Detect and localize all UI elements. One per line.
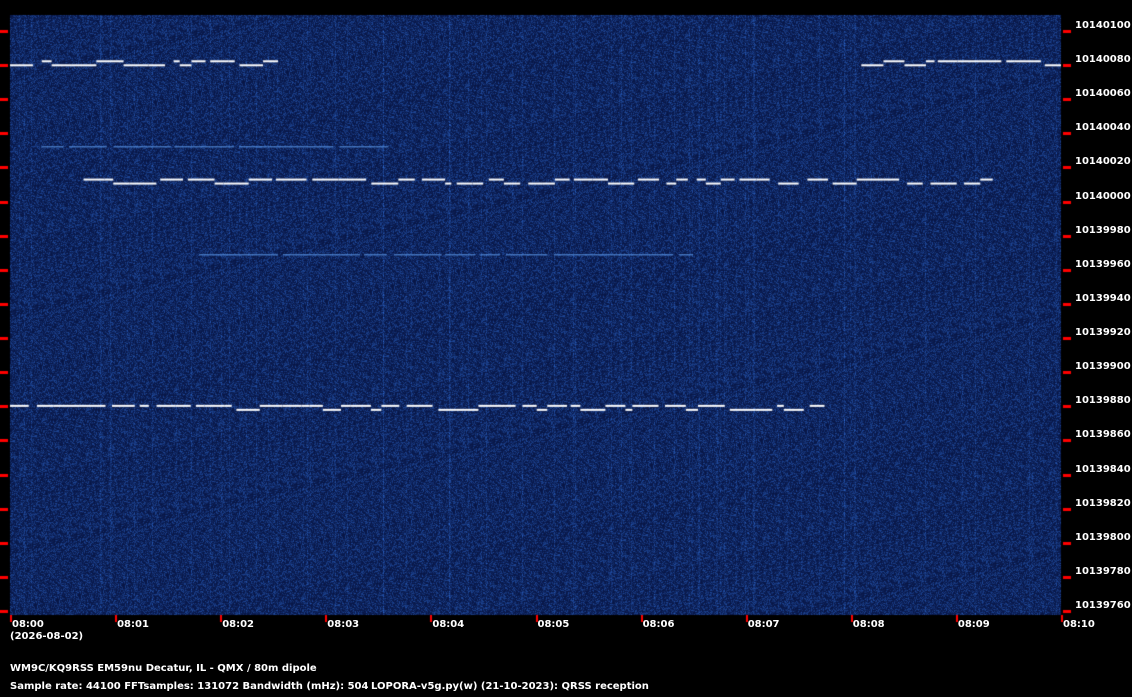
x-tick-label: 08:01	[117, 619, 149, 630]
y-tick-label: 10140080	[1075, 54, 1131, 66]
y-tick-label: 10139940	[1075, 292, 1131, 304]
station-info: WM9C/KQ9RSS EM59nu Decatur, IL - QMX / 8…	[10, 663, 317, 674]
y-tick-label: 10140020	[1075, 156, 1131, 168]
y-tick-label: 10139860	[1075, 429, 1131, 441]
y-tick-label: 10139920	[1075, 327, 1131, 339]
parameters-info: Sample rate: 44100 FFTsamples: 131072 Ba…	[10, 681, 369, 692]
x-tick-label: 08:07	[747, 619, 780, 630]
y-tick-label: 10139780	[1075, 565, 1131, 577]
date-label: (2026-08-02)	[10, 631, 84, 642]
y-tick-label: 10139760	[1075, 600, 1131, 611]
x-tick-label: 08:05	[537, 619, 570, 630]
y-tick-label: 10140060	[1075, 88, 1131, 100]
software-info: LOPORA-v5g.py(w) (21-10-2023): QRSS rece…	[371, 681, 649, 692]
y-tick-label: 10140040	[1075, 122, 1131, 134]
x-tick-label: 08:03	[327, 619, 360, 630]
y-tick-label: 10139980	[1075, 224, 1131, 236]
x-tick-label: 08:09	[957, 619, 990, 630]
x-tick-label: 08:06	[642, 619, 675, 630]
y-tick-label: 10139840	[1075, 463, 1131, 475]
x-tick-label: 08:08	[852, 619, 885, 630]
spectrogram-canvas	[0, 0, 1132, 697]
y-tick-label: 10140100	[1075, 20, 1131, 31]
x-tick-label: 08:02	[222, 619, 255, 630]
x-tick-label: 08:10	[1063, 619, 1095, 630]
y-tick-label: 10139880	[1075, 395, 1131, 407]
y-tick-label: 10139820	[1075, 497, 1131, 509]
y-tick-label: 10139800	[1075, 531, 1131, 543]
y-tick-label: 10139900	[1075, 361, 1131, 373]
x-tick-label: 08:04	[432, 619, 465, 630]
y-tick-label: 10140000	[1075, 190, 1131, 202]
y-tick-label: 10139960	[1075, 258, 1131, 270]
x-tick-label: 08:00	[12, 619, 44, 630]
